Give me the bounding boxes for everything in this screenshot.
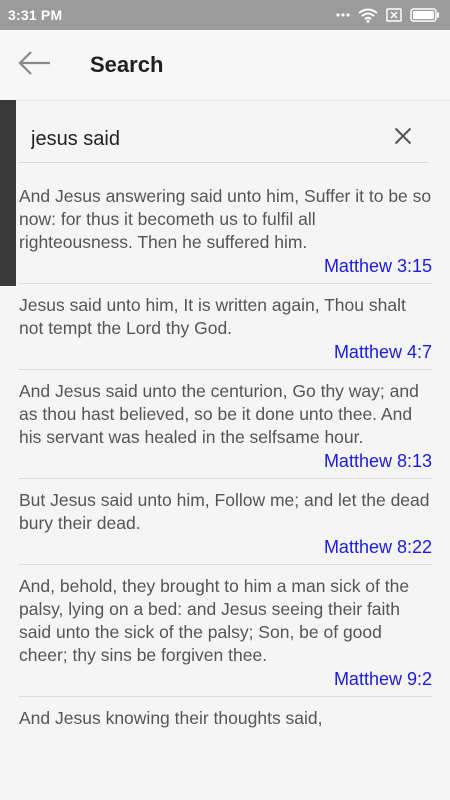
scroll-indicator[interactable] [0, 100, 16, 286]
signal-dots-icon [336, 12, 350, 18]
result-item[interactable]: And, behold, they brought to him a man s… [19, 565, 432, 697]
app-bar: Search [0, 30, 450, 101]
status-bar: 3:31 PM [0, 0, 450, 30]
result-reference-link[interactable]: Matthew 9:2 [19, 668, 432, 690]
status-icons [336, 8, 440, 23]
result-item[interactable]: But Jesus said unto him, Follow me; and … [19, 479, 432, 565]
clear-search-button[interactable] [392, 127, 414, 149]
result-text: And Jesus knowing their thoughts said, [19, 708, 323, 728]
result-item[interactable]: And Jesus said unto the centurion, Go th… [19, 370, 432, 479]
page-title: Search [90, 52, 164, 77]
search-input[interactable] [31, 124, 371, 154]
no-sim-icon [386, 8, 402, 22]
result-reference-link[interactable]: Matthew 8:13 [19, 450, 432, 472]
back-button[interactable] [14, 47, 54, 83]
result-text: And Jesus said unto the centurion, Go th… [19, 381, 419, 447]
close-icon [394, 127, 412, 150]
arrow-left-icon [17, 50, 51, 81]
wifi-icon [358, 8, 378, 23]
search-bar [19, 116, 428, 163]
result-text: And, behold, they brought to him a man s… [19, 576, 410, 665]
result-reference-link[interactable]: Matthew 8:22 [19, 536, 432, 558]
result-text: But Jesus said unto him, Follow me; and … [19, 490, 430, 533]
result-reference-link[interactable]: Matthew 4:7 [19, 341, 432, 363]
result-text: Jesus said unto him, It is written again… [19, 295, 406, 338]
result-item[interactable]: Jesus said unto him, It is written again… [19, 284, 432, 370]
results-list: And Jesus answering said unto him, Suffe… [19, 176, 432, 737]
result-reference-link[interactable]: Matthew 3:15 [19, 255, 432, 277]
result-item[interactable]: And Jesus knowing their thoughts said, [19, 697, 432, 737]
result-item[interactable]: And Jesus answering said unto him, Suffe… [19, 176, 432, 284]
status-time: 3:31 PM [8, 7, 63, 23]
result-text: And Jesus answering said unto him, Suffe… [19, 186, 432, 252]
battery-icon [410, 8, 440, 22]
